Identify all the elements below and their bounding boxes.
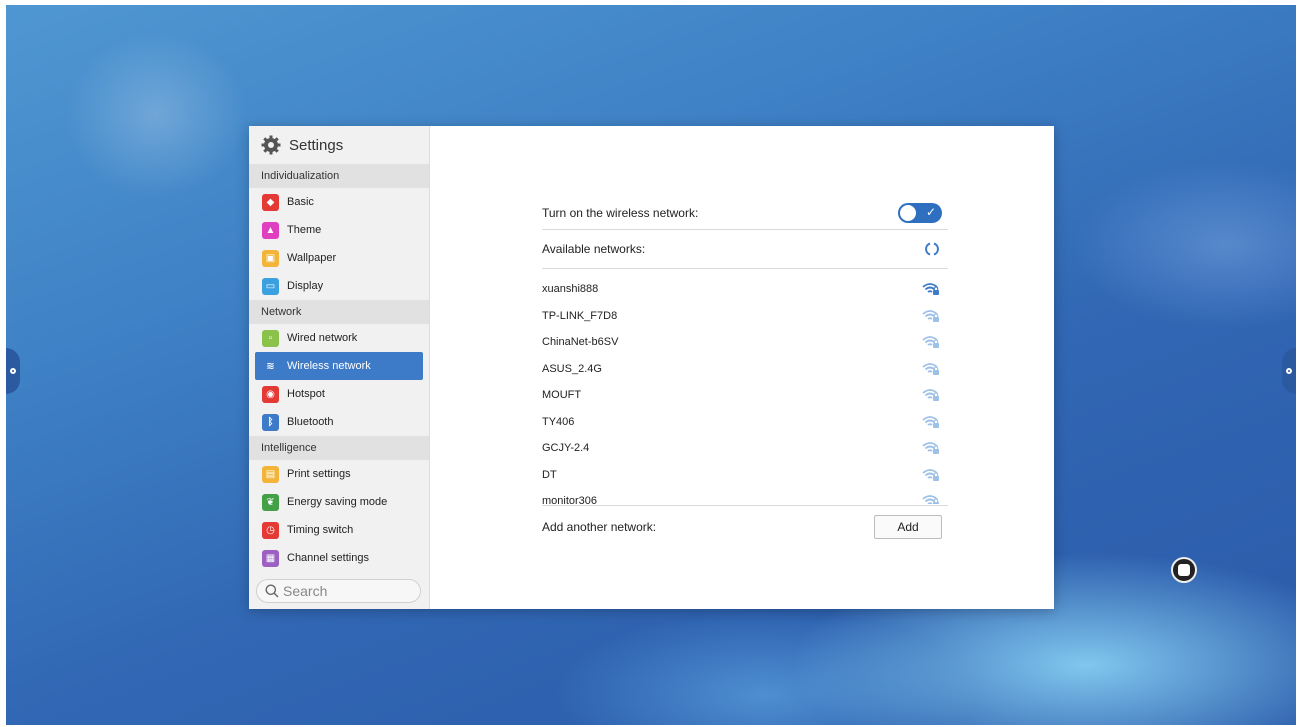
network-row[interactable]: MOUFT [542, 382, 948, 409]
search-input[interactable] [279, 582, 410, 600]
sidebar-item-energy-saving-mode[interactable]: ❦ Energy saving mode [249, 488, 423, 516]
hotspot-icon: ◉ [262, 385, 279, 403]
sidebar-item-label: Timing switch [287, 524, 354, 536]
shirt-icon: ▲ [262, 221, 279, 239]
network-row[interactable]: TY406 [542, 409, 948, 436]
leaf-icon: ❦ [262, 493, 279, 511]
available-networks-row: Available networks: [542, 230, 948, 269]
wifi-locked-icon [922, 283, 939, 296]
network-list[interactable]: xuanshi888 TP-LINK_F7D8 ChinaNet-b6SV ASUS_… [542, 276, 948, 504]
wifi-locked-icon [922, 362, 939, 375]
clock-icon: ◷ [262, 521, 279, 539]
network-ssid: TP-LINK_F7D8 [542, 309, 618, 322]
network-row[interactable]: monitor306 [542, 488, 948, 504]
sidebar-item-label: Bluetooth [287, 416, 334, 428]
network-ssid: MOUFT [542, 389, 582, 402]
sidebar-item-print-settings[interactable]: ▤ Print settings [249, 460, 423, 488]
monitor-icon: ▭ [262, 277, 279, 295]
sidebar-item-wired-network[interactable]: ▫ Wired network [249, 324, 423, 352]
network-row[interactable]: ChinaNet-b6SV [542, 329, 948, 356]
sidebar-nav: Individualization ◆ Basic ▲ Theme ▣ Wallpaper ▭… [249, 164, 429, 572]
network-ssid: ChinaNet-b6SV [542, 336, 619, 349]
toggle-knob [900, 204, 916, 221]
check-icon: ✓ [925, 204, 936, 219]
network-ssid: xuanshi888 [542, 283, 599, 296]
add-network-label: Add another network: [542, 520, 657, 534]
gear-icon [261, 135, 281, 155]
network-ssid: TY406 [542, 415, 575, 428]
sidebar-item-label: Print settings [287, 468, 351, 480]
handle-dot-icon [10, 368, 16, 374]
sidebar-item-label: Basic [287, 196, 314, 208]
wireless-toggle[interactable]: ✓ [898, 202, 942, 223]
wifi-locked-icon [922, 336, 939, 349]
sidebar-item-wireless-network[interactable]: ≋ Wireless network [255, 352, 423, 380]
bluetooth-icon: ᛒ [262, 413, 279, 431]
left-edge-handle[interactable] [6, 348, 20, 394]
wireless-toggle-label: Turn on the wireless network: [542, 205, 699, 220]
ethernet-icon: ▫ [262, 329, 279, 347]
sidebar-item-basic[interactable]: ◆ Basic [249, 188, 423, 216]
sidebar-item-theme[interactable]: ▲ Theme [249, 216, 423, 244]
sidebar-item-label: Wallpaper [287, 252, 337, 264]
network-ssid: ASUS_2.4G [542, 362, 602, 375]
group-header: Intelligence [249, 436, 429, 460]
square-icon [1178, 564, 1190, 576]
wifi-locked-icon [922, 415, 939, 428]
channel-icon: ▦ [262, 549, 279, 567]
network-row[interactable]: DT [542, 462, 948, 489]
network-row[interactable]: GCJY-2.4 [542, 435, 948, 462]
printer-icon: ▤ [262, 465, 279, 483]
wifi-locked-icon [922, 495, 939, 504]
sidebar-item-bluetooth[interactable]: ᛒ Bluetooth [249, 408, 423, 436]
add-network-button[interactable]: Add [874, 515, 942, 539]
sidebar-item-display[interactable]: ▭ Display [249, 272, 423, 300]
handle-dot-icon [1286, 368, 1292, 374]
search-box[interactable] [256, 579, 421, 603]
network-ssid: GCJY-2.4 [542, 442, 590, 455]
search-icon [265, 584, 279, 598]
wifi-locked-icon [922, 389, 939, 402]
sidebar-item-wallpaper[interactable]: ▣ Wallpaper [249, 244, 423, 272]
floating-home-button[interactable] [1171, 557, 1197, 583]
network-row[interactable]: TP-LINK_F7D8 [542, 303, 948, 330]
layers-icon: ◆ [262, 193, 279, 211]
settings-title: Settings [249, 126, 429, 164]
available-networks-label: Available networks: [542, 242, 646, 256]
main-content: Turn on the wireless network: ✓ Availabl… [430, 126, 1054, 609]
sidebar: Settings Individualization ◆ Basic ▲ Theme ▣ W… [249, 126, 430, 609]
sidebar-item-channel-settings[interactable]: ▦ Channel settings [249, 544, 423, 572]
right-edge-handle[interactable] [1282, 348, 1296, 394]
settings-window: Settings Individualization ◆ Basic ▲ Theme ▣ W… [249, 126, 1054, 609]
network-ssid: DT [542, 468, 557, 481]
sidebar-item-label: Display [287, 280, 324, 292]
group-header: Individualization [249, 164, 429, 188]
sidebar-item-label: Channel settings [287, 552, 369, 564]
refresh-icon[interactable] [924, 241, 940, 257]
image-icon: ▣ [262, 249, 279, 267]
network-row[interactable]: xuanshi888 [542, 276, 948, 303]
wireless-toggle-row: Turn on the wireless network: ✓ [542, 196, 948, 230]
wifi-icon: ≋ [262, 357, 279, 375]
network-row[interactable]: ASUS_2.4G [542, 356, 948, 383]
sidebar-item-timing-switch[interactable]: ◷ Timing switch [249, 516, 423, 544]
add-network-row: Add another network: Add [542, 505, 948, 548]
wifi-locked-icon [922, 442, 939, 455]
sidebar-item-label: Energy saving mode [287, 496, 388, 508]
wifi-locked-icon [922, 468, 939, 481]
network-ssid: monitor306 [542, 495, 598, 504]
settings-title-label: Settings [289, 136, 344, 154]
sidebar-item-label: Theme [287, 224, 322, 236]
wifi-locked-icon [922, 309, 939, 322]
sidebar-item-label: Hotspot [287, 388, 325, 400]
group-header: Network [249, 300, 429, 324]
sidebar-item-label: Wired network [287, 332, 358, 344]
sidebar-item-label: Wireless network [287, 360, 371, 372]
sidebar-item-hotspot[interactable]: ◉ Hotspot [249, 380, 423, 408]
